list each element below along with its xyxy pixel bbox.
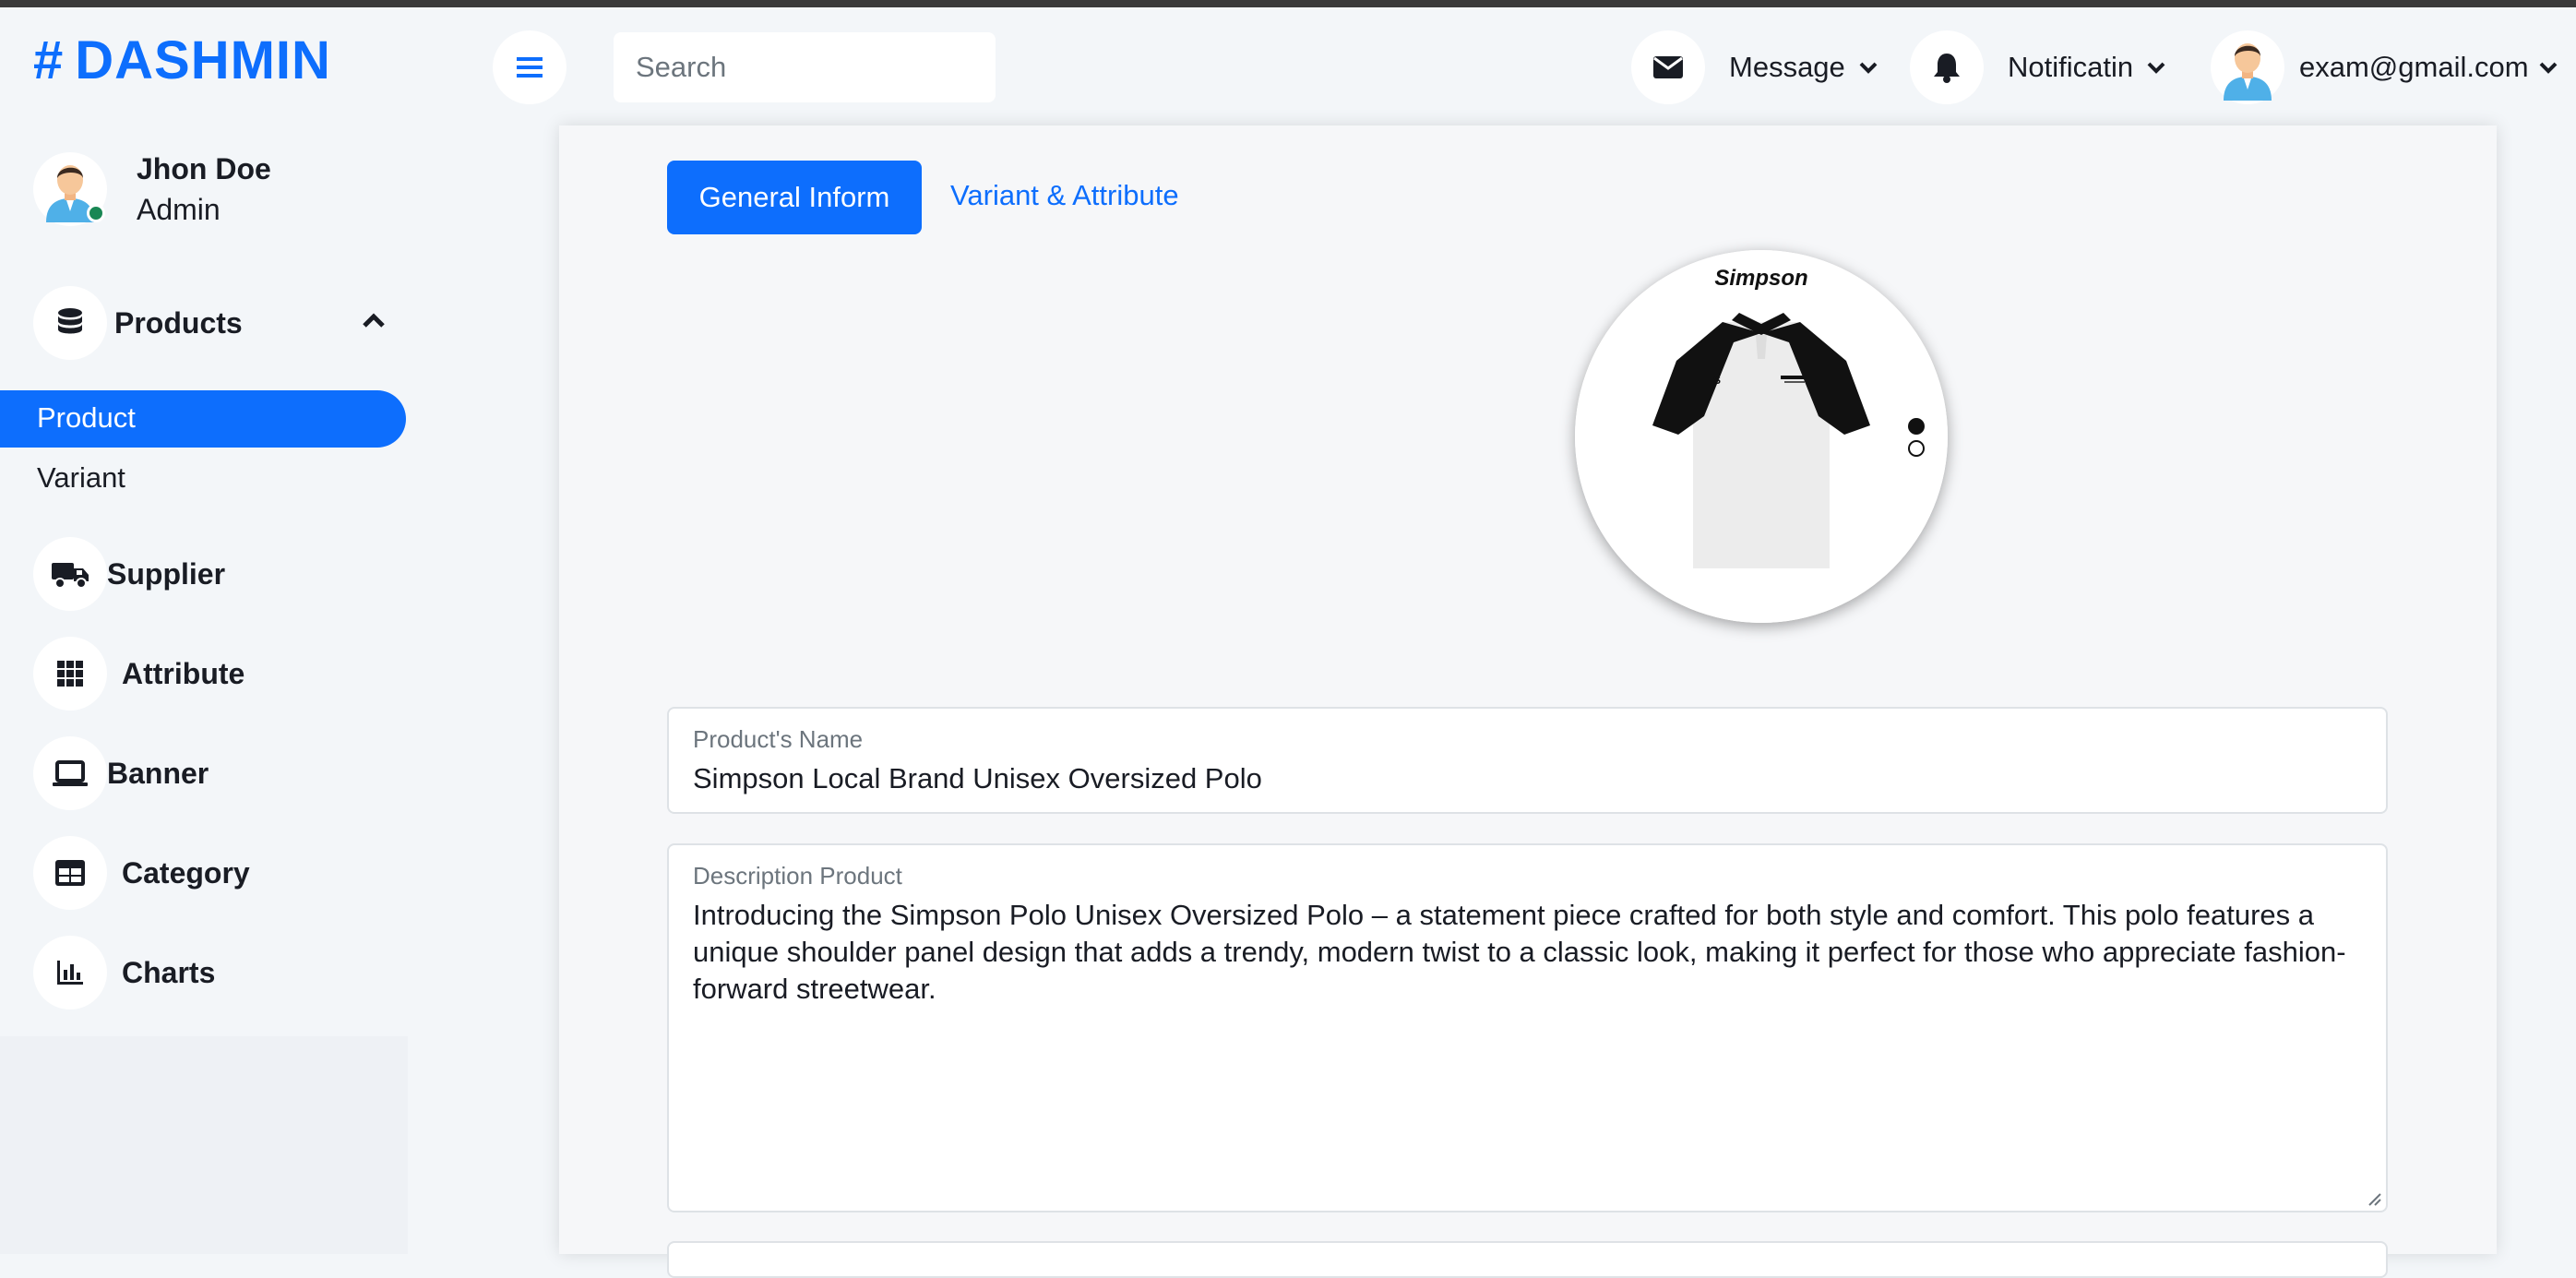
sidebar-footer-area	[0, 1036, 408, 1254]
sidebar-item-label: Category	[122, 855, 250, 890]
product-name-field[interactable]: Product's Name Simpson Local Brand Unise…	[667, 707, 2388, 814]
user-profile: Jhon Doe Admin	[33, 148, 271, 231]
sidebar-item-label: Attribute	[122, 656, 245, 690]
envelope-icon	[1631, 30, 1705, 104]
description-label: Description Product	[693, 862, 902, 890]
avatar	[2211, 30, 2284, 104]
sidebar-item-category[interactable]: Category	[33, 836, 250, 910]
brand-text: Simpson	[1714, 266, 1807, 291]
product-name-input[interactable]: Simpson Local Brand Unisex Oversized Pol…	[693, 760, 2354, 797]
user-role: Admin	[137, 193, 221, 226]
description-field[interactable]: Description Product Introducing the Simp…	[667, 843, 2388, 1212]
sidebar-subitem-product[interactable]: Product	[0, 390, 406, 448]
carousel-dot-active[interactable]	[1908, 418, 1925, 435]
sidebar-item-attribute[interactable]: Attribute	[33, 637, 244, 711]
sidebar-item-label: Charts	[122, 955, 216, 989]
table-icon	[33, 836, 107, 910]
laptop-icon	[33, 736, 107, 810]
chart-bar-icon	[33, 936, 107, 1009]
sidebar-item-label: Products	[114, 305, 243, 340]
avatar	[33, 152, 107, 226]
product-image-carousel[interactable]: S Simpson	[1575, 250, 1948, 623]
bell-icon	[1910, 30, 1984, 104]
chevron-down-icon	[1859, 62, 1878, 74]
tab-general-inform[interactable]: General Inform	[667, 161, 922, 234]
account-dropdown[interactable]: exam@gmail.com	[2211, 30, 2558, 104]
menu-toggle-button[interactable]	[493, 30, 566, 104]
carousel-dot[interactable]	[1908, 440, 1925, 457]
sidebar-item-banner[interactable]: Banner	[33, 736, 209, 810]
polo-shirt-image: S Simpson	[1575, 250, 1948, 623]
chevron-down-icon	[2147, 62, 2165, 74]
account-label: exam@gmail.com	[2299, 51, 2529, 83]
next-form-field[interactable]	[667, 1241, 2388, 1278]
notification-dropdown[interactable]: Notificatin	[1910, 30, 2166, 104]
product-name-label: Product's Name	[693, 725, 864, 753]
grid-icon	[33, 637, 107, 711]
notification-label: Notificatin	[2008, 51, 2134, 83]
chevron-up-icon[interactable]	[362, 312, 386, 328]
hash-icon: #	[33, 30, 65, 90]
sidebar-item-supplier[interactable]: Supplier	[33, 537, 225, 611]
tab-variant-attribute[interactable]: Variant & Attribute	[950, 179, 1179, 212]
sidebar-item-label: Supplier	[107, 556, 226, 591]
window-top-edge	[0, 0, 2576, 7]
svg-text:S: S	[1713, 374, 1721, 387]
hamburger-icon	[517, 57, 543, 78]
brand-logo[interactable]: # DASHMIN	[33, 30, 331, 91]
truck-icon	[33, 537, 107, 611]
user-avatar-icon	[2224, 43, 2272, 101]
sidebar-item-label: Banner	[107, 756, 209, 790]
online-status-dot	[87, 204, 105, 222]
sidebar-item-charts[interactable]: Charts	[33, 936, 215, 1009]
search-input[interactable]	[614, 32, 996, 102]
brand-name: DASHMIN	[75, 30, 331, 90]
user-name: Jhon Doe	[137, 152, 271, 185]
database-icon	[33, 286, 107, 360]
resize-handle-icon[interactable]	[2366, 1190, 2382, 1207]
message-label: Message	[1729, 51, 1845, 83]
sidebar-subitem-label: Product	[37, 401, 136, 434]
chevron-down-icon	[2539, 62, 2557, 74]
description-textarea[interactable]: Introducing the Simpson Polo Unisex Over…	[693, 897, 2354, 1008]
message-dropdown[interactable]: Message	[1631, 30, 1878, 104]
sidebar-item-products[interactable]: Products	[33, 286, 243, 360]
sidebar-subitem-variant[interactable]: Variant	[37, 461, 125, 495]
